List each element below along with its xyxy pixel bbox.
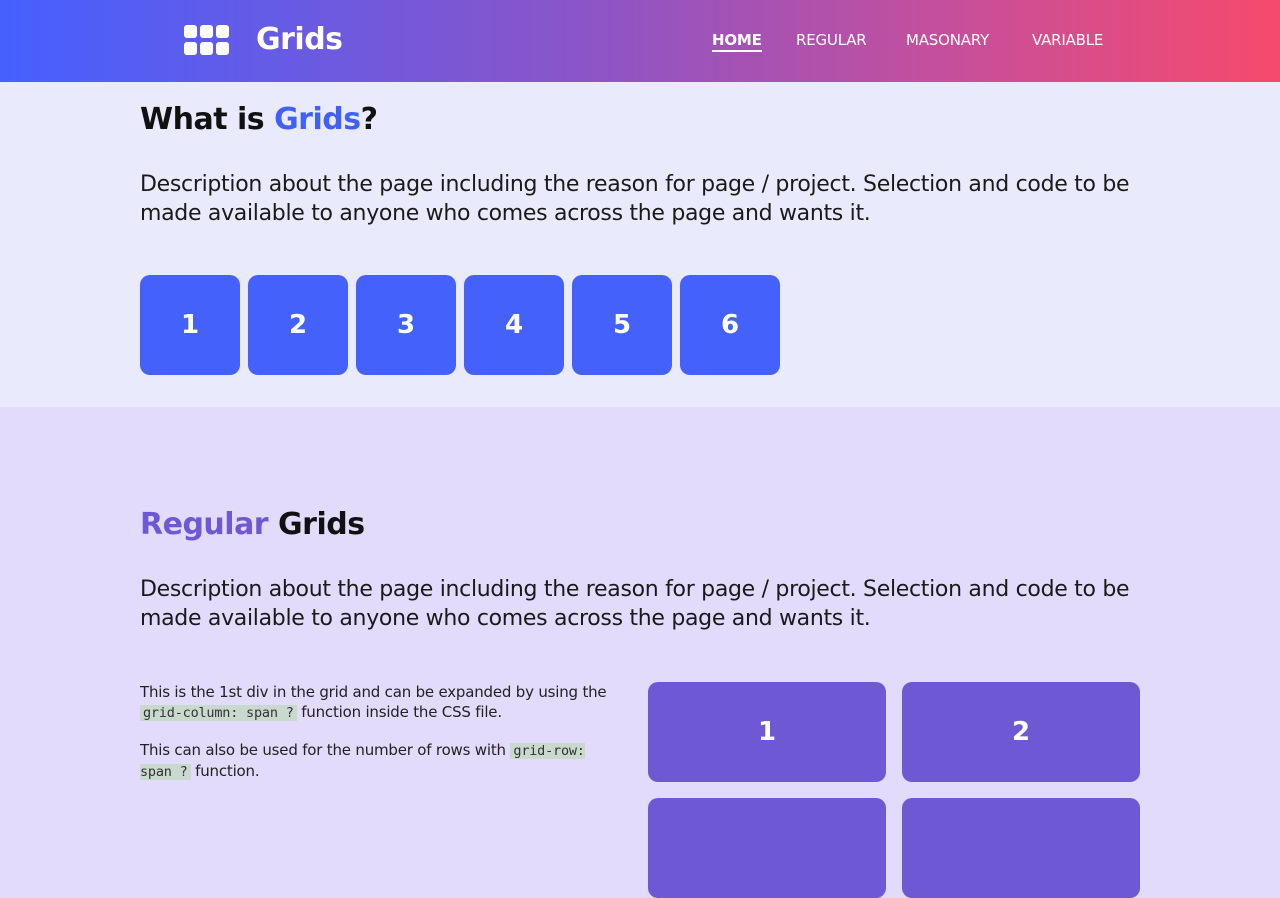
note1-text-b: function inside the CSS file. <box>296 703 502 721</box>
intro-title-highlight: Grids <box>274 102 361 137</box>
regular-grid-box-4 <box>902 798 1140 898</box>
note1-code: grid-column: span ? <box>140 705 297 721</box>
site-header: Grids HOME REGULAR MASONARY VARIABLE <box>0 0 1280 82</box>
intro-description: Description about the page including the… <box>140 172 1130 226</box>
intro-section: What is Grids? Description about the pag… <box>0 82 1280 407</box>
note2-text-a: This can also be used for the number of … <box>140 741 511 759</box>
intro-title-suffix: ? <box>360 102 378 137</box>
grid-box-4: 4 <box>464 275 564 375</box>
regular-grid-box-3 <box>648 798 886 898</box>
regular-section: Regular Grids Description about the page… <box>0 407 1280 898</box>
intro-title-prefix: What is <box>140 102 275 137</box>
nav-regular[interactable]: REGULAR <box>796 31 867 49</box>
regular-title-suffix: Grids <box>268 507 365 542</box>
grid-box-3: 3 <box>356 275 456 375</box>
note1-text-a: This is the 1st div in the grid and can … <box>140 683 607 701</box>
grid-box-1: 1 <box>140 275 240 375</box>
regular-note-1: This is the 1st div in the grid and can … <box>140 682 610 723</box>
brand-name[interactable]: Grids <box>256 22 343 57</box>
nav-home[interactable]: HOME <box>712 31 762 52</box>
grid-box-2: 2 <box>248 275 348 375</box>
regular-title-highlight: Regular <box>140 507 269 542</box>
grid-box-5: 5 <box>572 275 672 375</box>
grid-box-6: 6 <box>680 275 780 375</box>
intro-title: What is Grids? <box>140 102 378 137</box>
regular-grid-box-2: 2 <box>902 682 1140 782</box>
nav-masonary[interactable]: MASONARY <box>906 31 989 49</box>
regular-grid-box-1: 1 <box>648 682 886 782</box>
regular-description: Description about the page including the… <box>140 577 1130 631</box>
regular-title: Regular Grids <box>140 507 365 542</box>
note2-text-b: function. <box>190 762 260 780</box>
regular-note-2: This can also be used for the number of … <box>140 740 610 782</box>
intro-grid: 1 2 3 4 5 6 <box>140 275 780 375</box>
grid-dots-icon[interactable] <box>184 25 229 57</box>
nav-variable[interactable]: VARIABLE <box>1032 31 1103 49</box>
